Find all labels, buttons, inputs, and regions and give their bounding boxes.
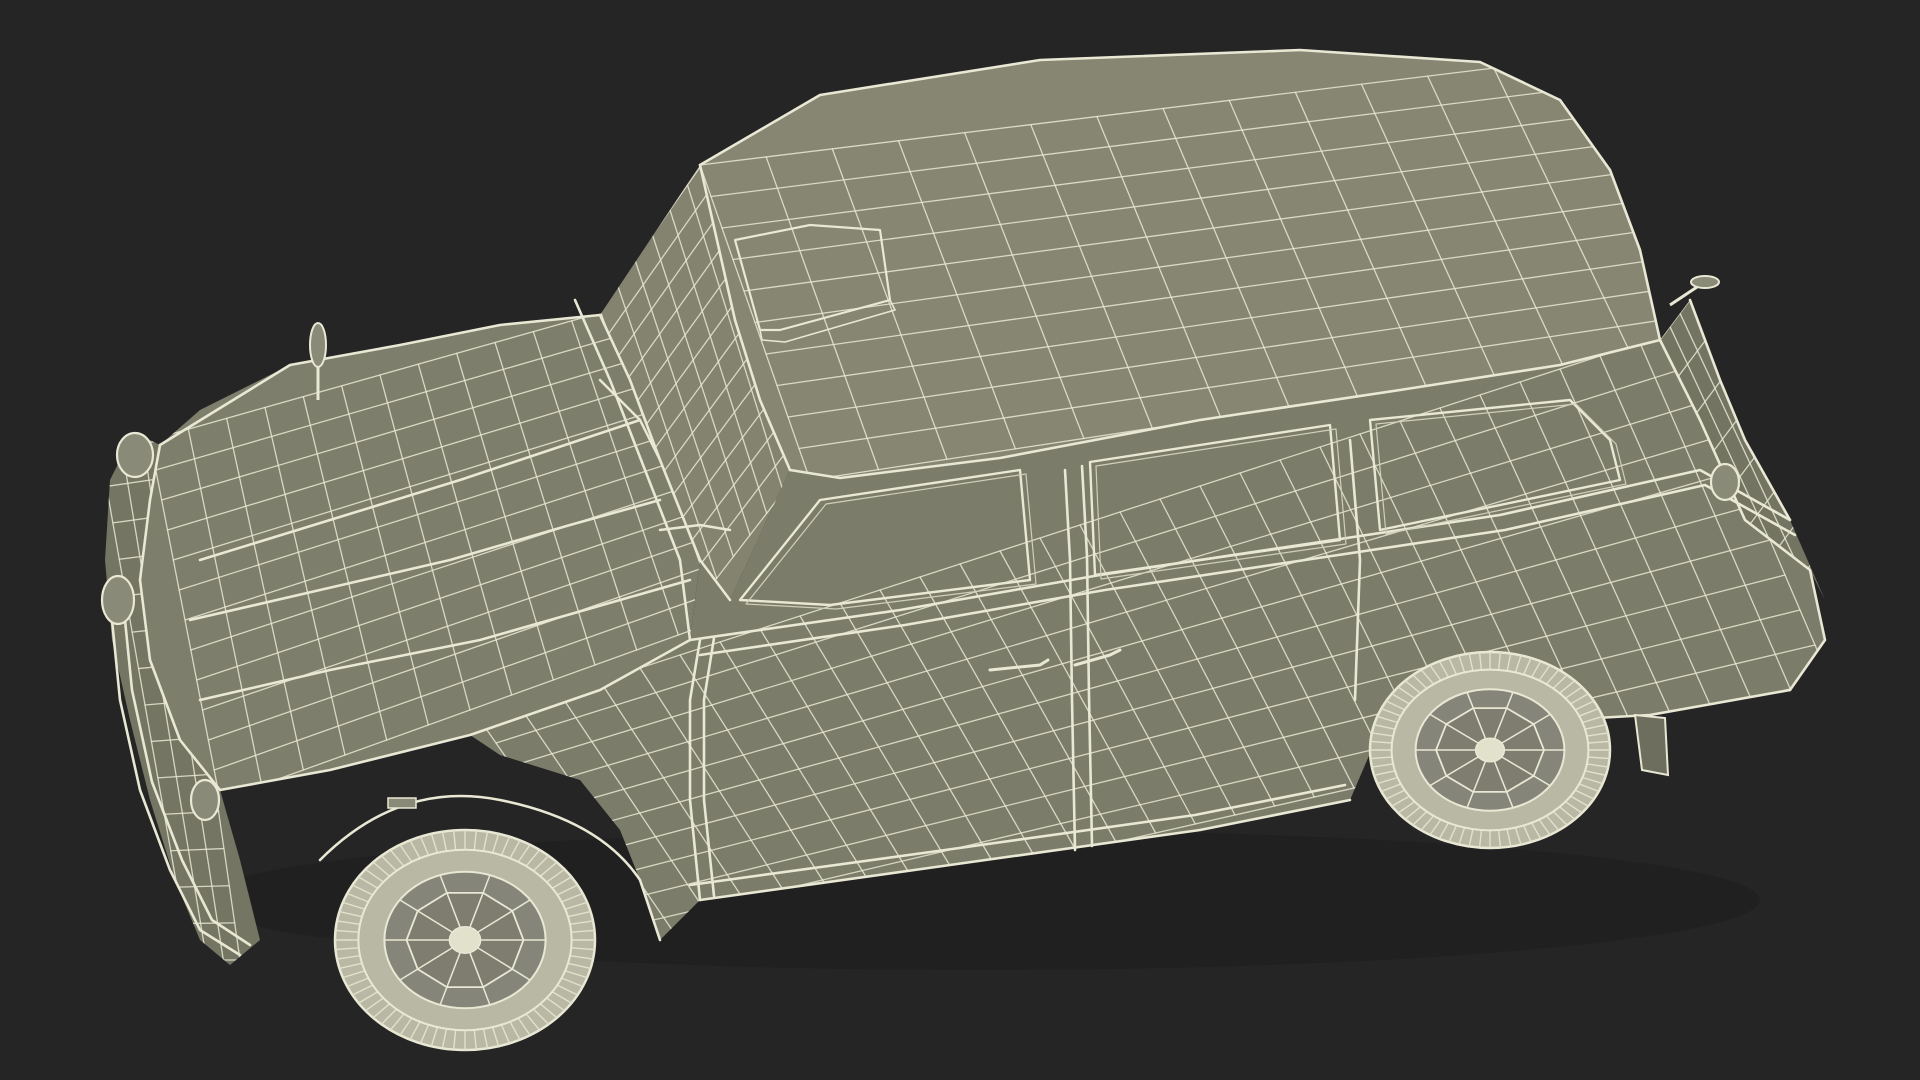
front-grid-v-line	[182, 922, 236, 925]
rear-mirror-icon	[1669, 275, 1720, 307]
rear-mirror-stalk	[1669, 283, 1701, 307]
badge-plate	[387, 797, 417, 809]
car-wireframe-render	[100, 48, 1827, 1052]
rear-mirror-glass	[1690, 275, 1720, 289]
mirror-glass	[309, 322, 327, 368]
wheel-icon	[448, 926, 482, 954]
rear-wheel	[1368, 650, 1612, 850]
car-body	[105, 50, 1825, 965]
rear-light	[1709, 462, 1741, 502]
headlight-lower	[189, 778, 221, 822]
mud-flap	[1633, 713, 1670, 777]
viewport-3d[interactable]	[0, 0, 1920, 1080]
front-wheel	[333, 828, 597, 1052]
wheel-icon	[1474, 737, 1506, 763]
headlight-top	[115, 431, 155, 479]
headlight-left	[100, 574, 136, 626]
